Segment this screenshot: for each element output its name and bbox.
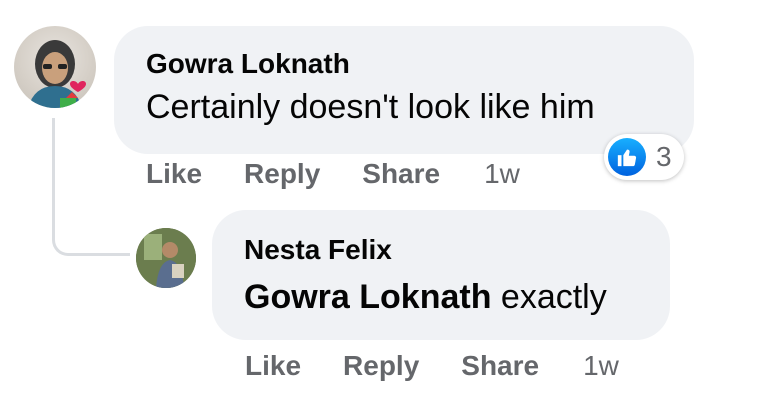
mention-link[interactable]: Gowra Loknath: [244, 278, 491, 316]
comment-timestamp[interactable]: 1w: [484, 158, 520, 190]
like-thumb-icon: [608, 138, 646, 176]
comment-thread: Gowra Loknath Certainly doesn't look lik…: [0, 0, 768, 409]
reply-bubble: Nesta Felix Gowra Loknath exactly: [212, 210, 670, 340]
reply-author[interactable]: Nesta Felix: [244, 234, 392, 266]
reply-button[interactable]: Reply: [343, 350, 419, 382]
reply-text: Gowra Loknath exactly: [244, 278, 607, 317]
reply-button[interactable]: Reply: [244, 158, 320, 190]
comment-author[interactable]: Gowra Loknath: [146, 48, 350, 80]
reply-timestamp[interactable]: 1w: [583, 350, 619, 382]
profile-photo-icon: [136, 228, 196, 288]
profile-photo-icon: [28, 40, 86, 108]
reaction-count: 3: [656, 141, 672, 172]
like-button[interactable]: Like: [245, 350, 301, 382]
reply-thread-connector: [52, 118, 130, 256]
reply-text-body: exactly: [491, 278, 607, 316]
avatar[interactable]: [14, 26, 96, 108]
reaction-summary[interactable]: 3: [604, 134, 684, 180]
reply-actions: Like Reply Share 1w: [245, 350, 619, 382]
comment-text: Certainly doesn't look like him: [146, 88, 595, 126]
like-button[interactable]: Like: [146, 158, 202, 190]
comment-actions: Like Reply Share 1w: [146, 158, 520, 190]
comment-bubble: Gowra Loknath Certainly doesn't look lik…: [114, 26, 694, 154]
share-button[interactable]: Share: [461, 350, 539, 382]
avatar[interactable]: [136, 228, 196, 288]
share-button[interactable]: Share: [362, 158, 440, 190]
